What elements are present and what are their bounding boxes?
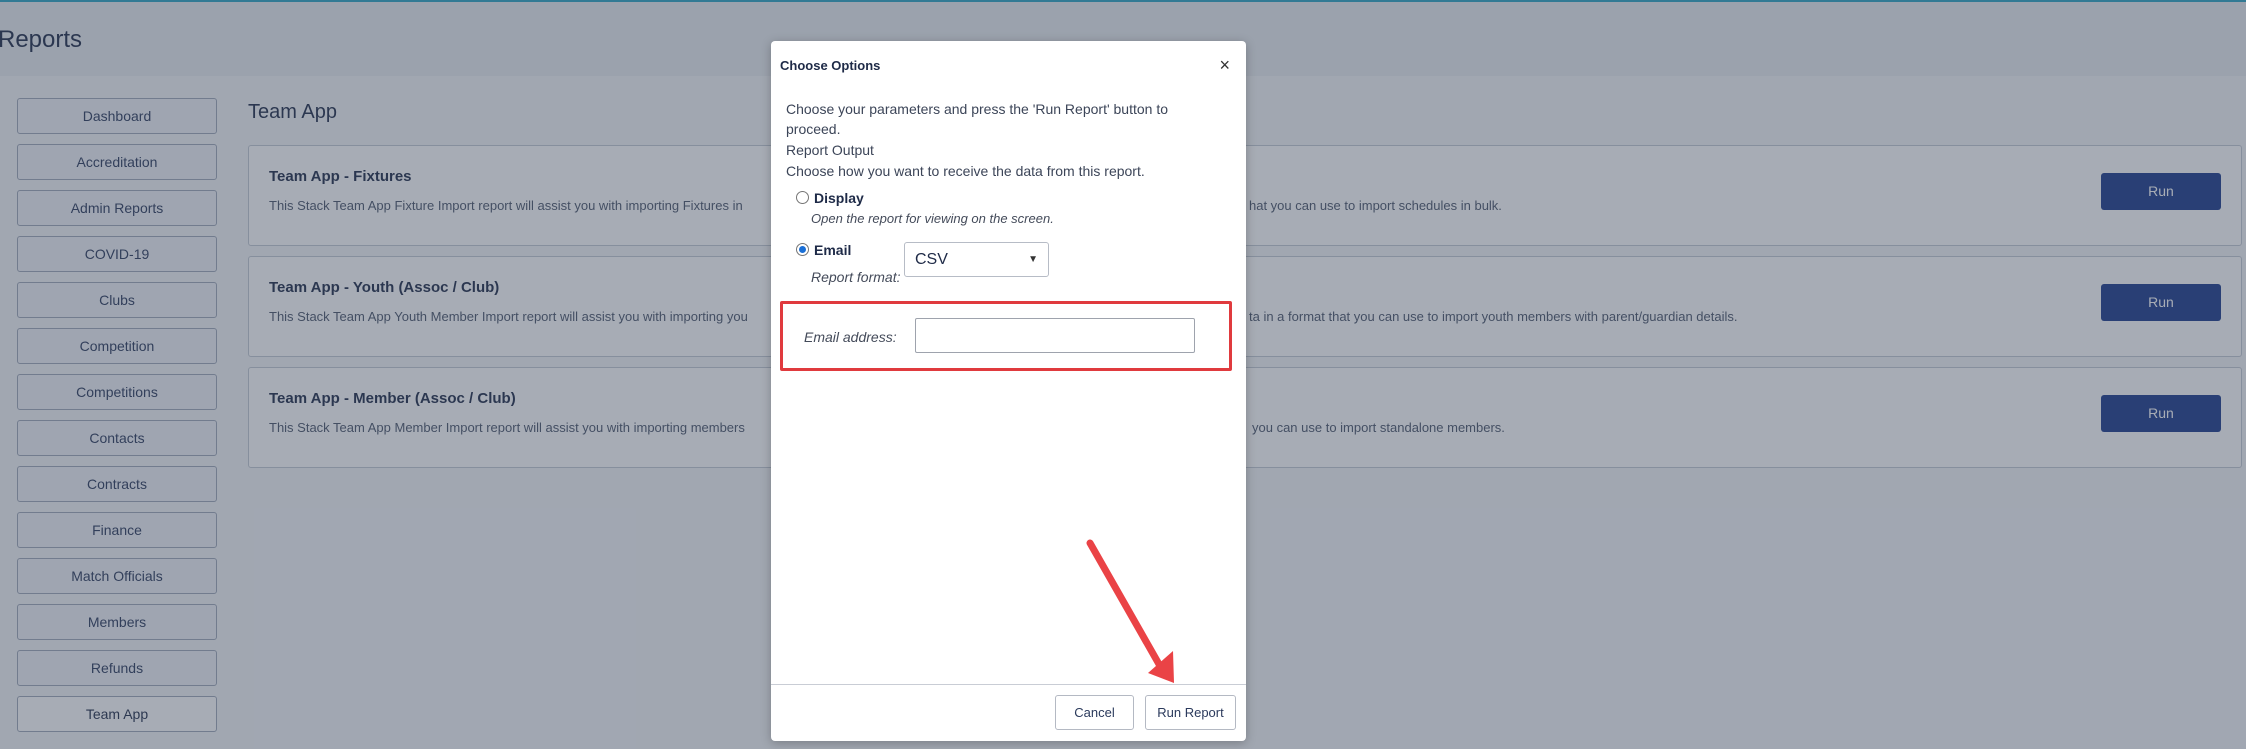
display-radio[interactable] — [796, 191, 809, 204]
report-output-description: Choose how you want to receive the data … — [786, 163, 1145, 179]
close-icon[interactable]: × — [1219, 55, 1230, 76]
intro-text-continued: proceed. — [786, 121, 841, 137]
report-format-select[interactable]: CSV ▼ — [904, 242, 1049, 277]
email-option-label: Email — [814, 242, 852, 258]
run-report-button[interactable]: Run Report — [1145, 695, 1236, 730]
report-output-heading: Report Output — [786, 142, 874, 158]
display-option-label: Display — [814, 190, 864, 206]
intro-text: Choose your parameters and press the 'Ru… — [786, 101, 1169, 117]
annotation-arrow-icon — [1086, 539, 1174, 683]
dialog-title: Choose Options — [780, 58, 881, 73]
chevron-down-icon: ▼ — [1028, 254, 1038, 265]
email-radio[interactable] — [796, 243, 809, 256]
email-option[interactable]: Email — [796, 242, 851, 258]
report-format-value: CSV — [915, 251, 948, 268]
email-address-label: Email address: — [804, 329, 897, 345]
display-option-description: Open the report for viewing on the scree… — [811, 211, 1054, 226]
cancel-button[interactable]: Cancel — [1055, 695, 1134, 730]
display-option[interactable]: Display — [796, 190, 864, 206]
report-format-label: Report format: — [811, 269, 901, 285]
email-address-input[interactable] — [915, 318, 1195, 353]
